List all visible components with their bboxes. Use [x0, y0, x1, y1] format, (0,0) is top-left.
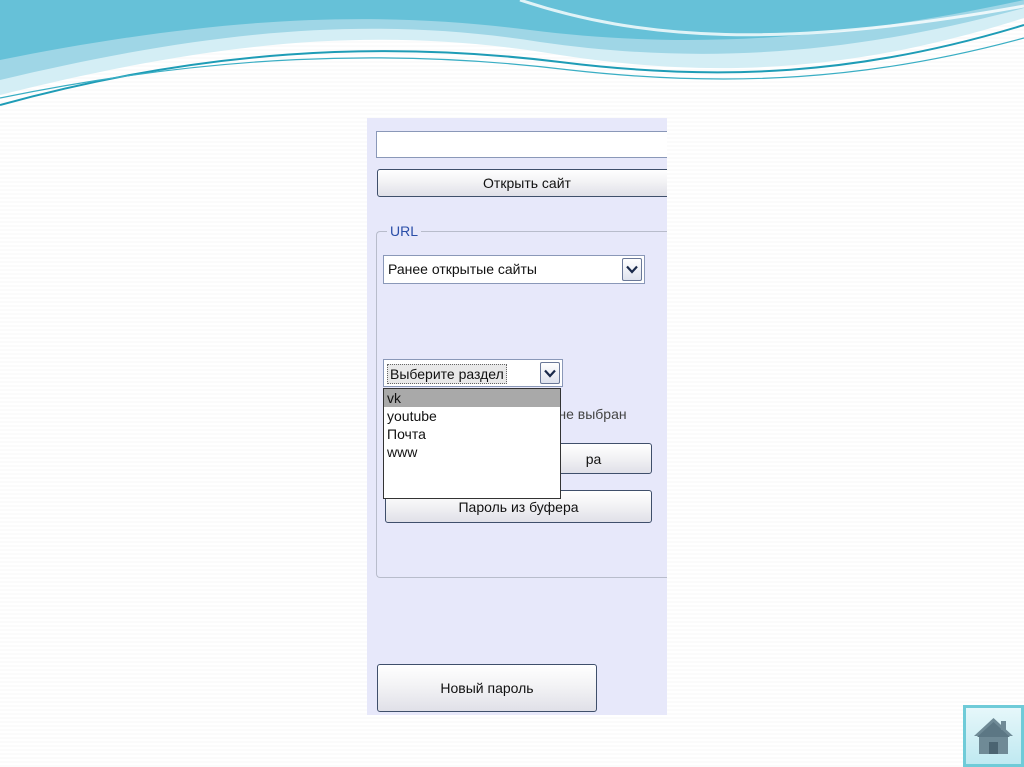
open-site-button-label: Открыть сайт	[483, 175, 571, 191]
recent-sites-combobox[interactable]: Ранее открытые сайты	[383, 255, 645, 284]
home-button[interactable]	[963, 705, 1024, 767]
section-combobox[interactable]: Выберите раздел	[383, 359, 563, 387]
home-icon	[974, 718, 1013, 754]
url-input[interactable]	[376, 131, 667, 158]
chevron-down-icon[interactable]	[540, 362, 560, 384]
new-password-button-label: Новый пароль	[440, 680, 534, 696]
new-password-button[interactable]: Новый пароль	[377, 664, 597, 712]
chevron-down-icon[interactable]	[622, 258, 642, 281]
list-item[interactable]: Почта	[384, 425, 560, 443]
url-group-legend: URL	[387, 223, 422, 239]
section-dropdown-list[interactable]: vk youtube Почта www	[383, 388, 561, 499]
list-item[interactable]: www	[384, 443, 560, 461]
list-item[interactable]: youtube	[384, 407, 560, 425]
open-site-button[interactable]: Открыть сайт	[377, 169, 667, 197]
copy-button-label: ра	[585, 450, 602, 467]
section-selected: Выберите раздел	[387, 364, 507, 384]
header-wave-decoration	[0, 0, 1024, 106]
recent-sites-selected: Ранее открытые сайты	[388, 261, 537, 277]
list-item[interactable]: vk	[384, 389, 560, 407]
app-panel: Открыть сайт URL Ранее открытые сайты Вы…	[367, 118, 667, 715]
paste-button-label: Пароль из буфера	[458, 498, 579, 515]
